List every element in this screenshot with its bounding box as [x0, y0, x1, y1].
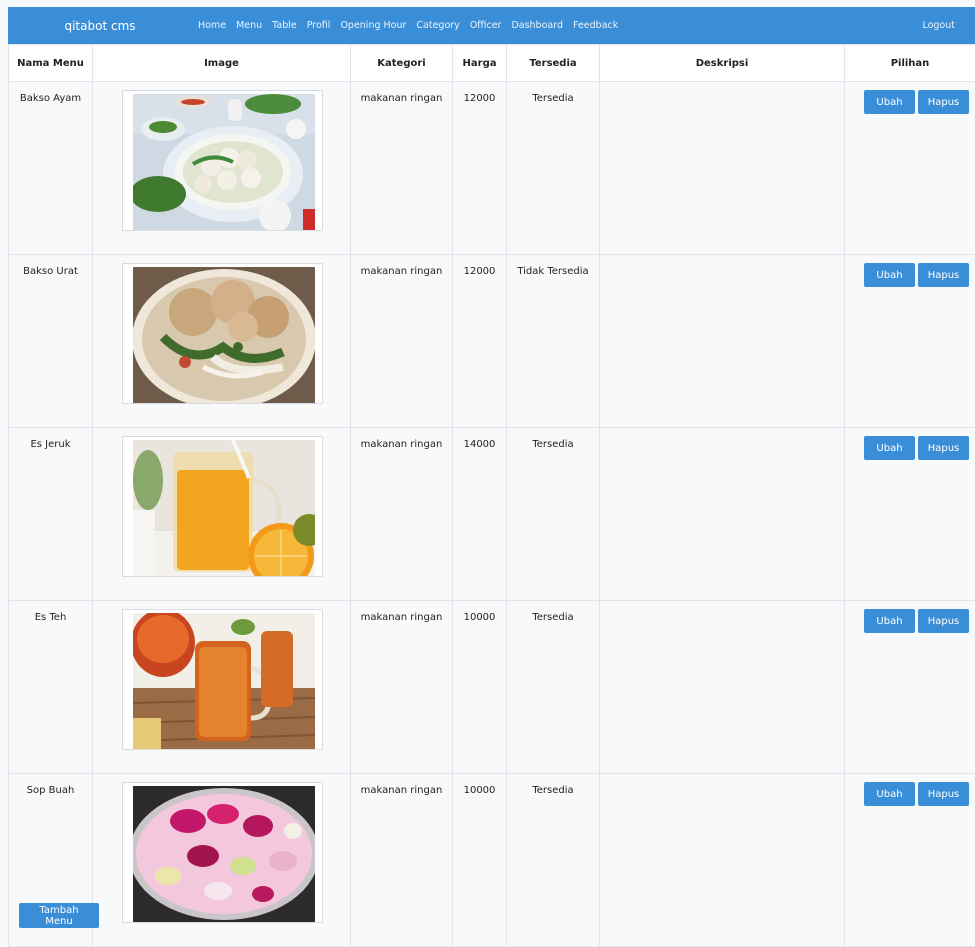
cell-image: [93, 774, 351, 947]
table-header-row: Nama Menu Image Kategori Harga Tersedia …: [9, 45, 975, 82]
es-teh-photo: [133, 613, 315, 749]
header-image: Image: [93, 45, 351, 82]
action-buttons: Ubah Hapus: [846, 263, 974, 287]
cell-availability: Tersedia: [507, 774, 600, 947]
header-tersedia: Tersedia: [507, 45, 600, 82]
cell-name: Bakso Urat: [9, 255, 93, 428]
cell-description: [600, 82, 845, 255]
cell-description: [600, 255, 845, 428]
cell-availability: Tersedia: [507, 601, 600, 774]
cell-description: [600, 601, 845, 774]
table-row: Es Jeruk: [9, 428, 975, 601]
cell-image: [93, 82, 351, 255]
nav-link-feedback[interactable]: Feedback: [573, 20, 618, 31]
nav-link-dashboard[interactable]: Dashboard: [511, 20, 563, 31]
cell-category: makanan ringan: [351, 82, 453, 255]
bakso-ayam-photo: [133, 94, 315, 230]
nav-link-opening-hour[interactable]: Opening Hour: [340, 20, 406, 31]
cell-actions: Ubah Hapus: [845, 428, 975, 601]
edit-button[interactable]: Ubah: [864, 609, 915, 633]
add-menu-button[interactable]: Tambah Menu: [19, 903, 99, 928]
delete-button[interactable]: Hapus: [918, 782, 969, 806]
delete-button[interactable]: Hapus: [918, 436, 969, 460]
cell-availability: Tersedia: [507, 82, 600, 255]
edit-button[interactable]: Ubah: [864, 90, 915, 114]
cell-actions: Ubah Hapus: [845, 82, 975, 255]
cell-availability: Tersedia: [507, 428, 600, 601]
delete-button[interactable]: Hapus: [918, 609, 969, 633]
cell-name: Es Jeruk: [9, 428, 93, 601]
cell-actions: Ubah Hapus: [845, 601, 975, 774]
action-buttons: Ubah Hapus: [846, 436, 974, 460]
sop-buah-photo: [133, 786, 315, 922]
cell-category: makanan ringan: [351, 774, 453, 947]
edit-button[interactable]: Ubah: [864, 782, 915, 806]
header-nama-menu: Nama Menu: [9, 45, 93, 82]
menu-table-container: Nama Menu Image Kategori Harga Tersedia …: [8, 44, 975, 947]
cell-price: 12000: [453, 255, 507, 428]
header-pilihan: Pilihan: [845, 45, 975, 82]
bakso-urat-photo: [133, 267, 315, 403]
cell-description: [600, 428, 845, 601]
edit-button[interactable]: Ubah: [864, 436, 915, 460]
nav-link-menu[interactable]: Menu: [236, 20, 262, 31]
cell-name: Es Teh: [9, 601, 93, 774]
image-frame: [122, 90, 323, 231]
cell-actions: Ubah Hapus: [845, 255, 975, 428]
nav-link-profil[interactable]: Profil: [307, 20, 331, 31]
action-buttons: Ubah Hapus: [846, 609, 974, 633]
cell-category: makanan ringan: [351, 428, 453, 601]
cell-image: [93, 428, 351, 601]
delete-button[interactable]: Hapus: [918, 263, 969, 287]
header-harga: Harga: [453, 45, 507, 82]
cell-availability: Tidak Tersedia: [507, 255, 600, 428]
action-buttons: Ubah Hapus: [846, 90, 974, 114]
edit-button[interactable]: Ubah: [864, 263, 915, 287]
cell-price: 10000: [453, 774, 507, 947]
cell-category: makanan ringan: [351, 601, 453, 774]
es-jeruk-photo: [133, 440, 315, 576]
delete-button[interactable]: Hapus: [918, 90, 969, 114]
logout-link[interactable]: Logout: [922, 20, 955, 31]
brand-title[interactable]: qitabot cms: [8, 19, 192, 33]
nav-link-category[interactable]: Category: [416, 20, 459, 31]
table-row: Es Teh: [9, 601, 975, 774]
cell-price: 10000: [453, 601, 507, 774]
cell-description: [600, 774, 845, 947]
cell-actions: Ubah Hapus: [845, 774, 975, 947]
image-frame: [122, 436, 323, 577]
nav-links: Home Menu Table Profil Opening Hour Cate…: [198, 20, 628, 31]
nav-link-officer[interactable]: Officer: [470, 20, 502, 31]
cell-name: Bakso Ayam: [9, 82, 93, 255]
table-row: Bakso Ayam: [9, 82, 975, 255]
cell-price: 14000: [453, 428, 507, 601]
image-frame: [122, 782, 323, 923]
header-kategori: Kategori: [351, 45, 453, 82]
table-row: Sop Buah: [9, 774, 975, 947]
cell-price: 12000: [453, 82, 507, 255]
image-frame: [122, 609, 323, 750]
cell-image: [93, 601, 351, 774]
cell-category: makanan ringan: [351, 255, 453, 428]
menu-table: Nama Menu Image Kategori Harga Tersedia …: [8, 44, 975, 947]
image-frame: [122, 263, 323, 404]
action-buttons: Ubah Hapus: [846, 782, 974, 806]
header-deskripsi: Deskripsi: [600, 45, 845, 82]
nav-link-table[interactable]: Table: [272, 20, 297, 31]
table-row: Bakso Urat: [9, 255, 975, 428]
top-navbar: qitabot cms Home Menu Table Profil Openi…: [8, 7, 975, 44]
cell-image: [93, 255, 351, 428]
nav-link-home[interactable]: Home: [198, 20, 226, 31]
